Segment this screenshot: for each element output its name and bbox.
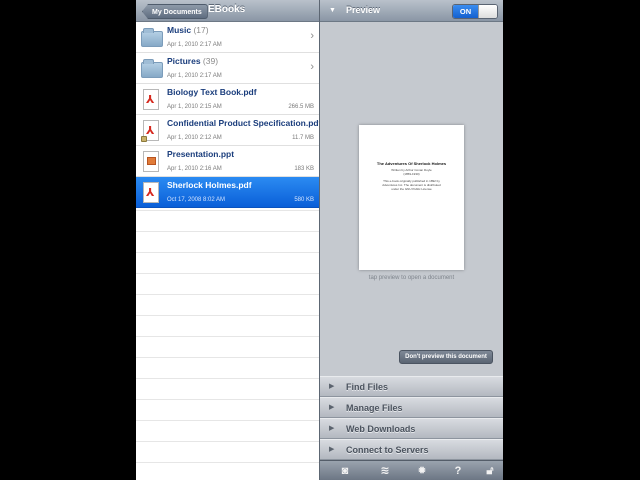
file-list: Music (17) Apr 1, 2010 2:17 AM › Pictures (… bbox=[136, 22, 321, 480]
ppt-file-icon bbox=[141, 151, 163, 173]
file-size: 11.7 MB bbox=[292, 135, 314, 141]
item-count: (39) bbox=[202, 56, 219, 66]
dont-preview-button[interactable]: Don't preview this document bbox=[399, 350, 493, 364]
menu-item-manage-files[interactable]: ▶ Manage Files bbox=[320, 397, 503, 418]
file-browser-pane: My Documents EBooks Music (17) Apr 1, 201… bbox=[136, 0, 321, 480]
gear-icon[interactable]: ✹ bbox=[413, 463, 431, 479]
file-row[interactable]: Pictures (39) Apr 1, 2010 2:17 AM › bbox=[136, 53, 319, 84]
file-row[interactable]: Presentation.ppt Apr 1, 2010 2:16 AM 183 K… bbox=[136, 146, 319, 177]
file-date: Apr 1, 2010 2:12 AM bbox=[167, 135, 222, 141]
pdf-file-icon: ⅄ bbox=[141, 89, 163, 111]
file-date: Apr 1, 2010 2:15 AM bbox=[167, 104, 222, 110]
file-size: 183 KB bbox=[294, 166, 314, 172]
menu-item-label: Manage Files bbox=[346, 403, 403, 413]
file-date: Apr 1, 2010 2:16 AM bbox=[167, 166, 222, 172]
folder-icon bbox=[141, 27, 163, 49]
toggle-knob bbox=[478, 5, 497, 18]
expand-triangle-icon: ▶ bbox=[329, 404, 335, 411]
file-name-text: Music bbox=[167, 25, 192, 35]
folder-icon bbox=[141, 58, 163, 80]
toggle-on-label: ON bbox=[453, 5, 478, 18]
file-name: Music (17) bbox=[167, 25, 209, 35]
help-icon[interactable]: ? bbox=[449, 463, 467, 479]
document-text-line: under the GNU Public License bbox=[391, 187, 432, 191]
file-row[interactable]: Music (17) Apr 1, 2010 2:17 AM › bbox=[136, 22, 319, 53]
file-name-text: Presentation.ppt bbox=[167, 149, 235, 159]
back-button[interactable]: My Documents bbox=[142, 4, 208, 19]
preview-toggle[interactable]: ON bbox=[452, 4, 498, 19]
menu-item-label: Connect to Servers bbox=[346, 445, 429, 455]
file-name: Presentation.ppt bbox=[167, 149, 234, 159]
menu-item-web-downloads[interactable]: ▶ Web Downloads bbox=[320, 418, 503, 439]
preview-area: The Adventures Of Sherlock Holmes Writte… bbox=[320, 22, 503, 376]
file-size: 266.5 MB bbox=[288, 104, 314, 110]
file-date: Apr 1, 2010 2:17 AM bbox=[167, 42, 222, 48]
item-count: (17) bbox=[193, 25, 209, 35]
file-date: Apr 1, 2010 2:17 AM bbox=[167, 73, 222, 79]
pdf-file-icon: ⅄ bbox=[141, 182, 163, 204]
file-name-text: Pictures bbox=[167, 56, 201, 66]
preview-title: Preview bbox=[346, 5, 381, 15]
file-name: Biology Text Book.pdf bbox=[167, 87, 257, 97]
bottom-toolbar: ◙ ≋ ✹? 🔓︎ bbox=[320, 460, 503, 480]
wifi-icon[interactable]: ≋ bbox=[376, 463, 394, 479]
file-row[interactable]: ⅄ Sherlock Holmes.pdf Oct 17, 2008 8:02 AM… bbox=[136, 177, 319, 208]
document-title: The Adventures Of Sherlock Holmes bbox=[376, 161, 447, 166]
file-name: Confidential Product Specification.pdf bbox=[167, 118, 321, 128]
menu-item-find-files[interactable]: ▶ Find Files bbox=[320, 376, 503, 397]
file-name: Sherlock Holmes.pdf bbox=[167, 180, 252, 190]
expand-triangle-icon: ▶ bbox=[329, 425, 335, 432]
file-date: Oct 17, 2008 8:02 AM bbox=[167, 197, 226, 203]
side-panel: ▼ Preview ON The Adventures Of Sherlock … bbox=[320, 0, 503, 480]
file-name-text: Sherlock Holmes.pdf bbox=[167, 180, 252, 190]
actions-menu: ▶ Find Files ▶ Manage Files ▶ Web Downloads ▶ C… bbox=[320, 376, 503, 460]
file-row[interactable]: ⅄ Biology Text Book.pdf Apr 1, 2010 2:15 A… bbox=[136, 84, 319, 115]
file-name: Pictures (39) bbox=[167, 56, 218, 66]
file-name-text: Biology Text Book.pdf bbox=[167, 87, 257, 97]
menu-item-label: Find Files bbox=[346, 382, 389, 392]
chevron-right-icon: › bbox=[310, 30, 314, 42]
expand-triangle-icon: ▶ bbox=[329, 383, 335, 390]
tap-hint: tap preview to open a document bbox=[368, 275, 455, 281]
file-row[interactable]: ⅄ Confidential Product Specification.pdf A… bbox=[136, 115, 321, 146]
document-preview-thumbnail[interactable]: The Adventures Of Sherlock Holmes Writte… bbox=[359, 125, 464, 270]
chevron-right-icon: › bbox=[310, 61, 314, 73]
locked-pdf-file-icon: ⅄ bbox=[141, 120, 163, 142]
lock-icon[interactable]: 🔓︎ bbox=[481, 463, 499, 479]
collapse-triangle-icon: ▼ bbox=[329, 7, 336, 14]
document-text-line: (1859-1930) bbox=[403, 172, 420, 176]
app-window: My Documents EBooks Music (17) Apr 1, 201… bbox=[136, 0, 503, 480]
preview-header[interactable]: ▼ Preview ON bbox=[320, 0, 503, 22]
menu-item-connect-to-servers[interactable]: ▶ Connect to Servers bbox=[320, 439, 503, 460]
menu-item-label: Web Downloads bbox=[346, 424, 416, 434]
camera-icon[interactable]: ◙ bbox=[336, 463, 354, 479]
file-size: 580 KB bbox=[294, 197, 314, 203]
expand-triangle-icon: ▶ bbox=[329, 446, 335, 453]
file-name-text: Confidential Product Specification.pdf bbox=[167, 118, 322, 128]
file-browser-header: My Documents EBooks bbox=[136, 0, 319, 22]
folder-title: EBooks bbox=[208, 4, 246, 15]
